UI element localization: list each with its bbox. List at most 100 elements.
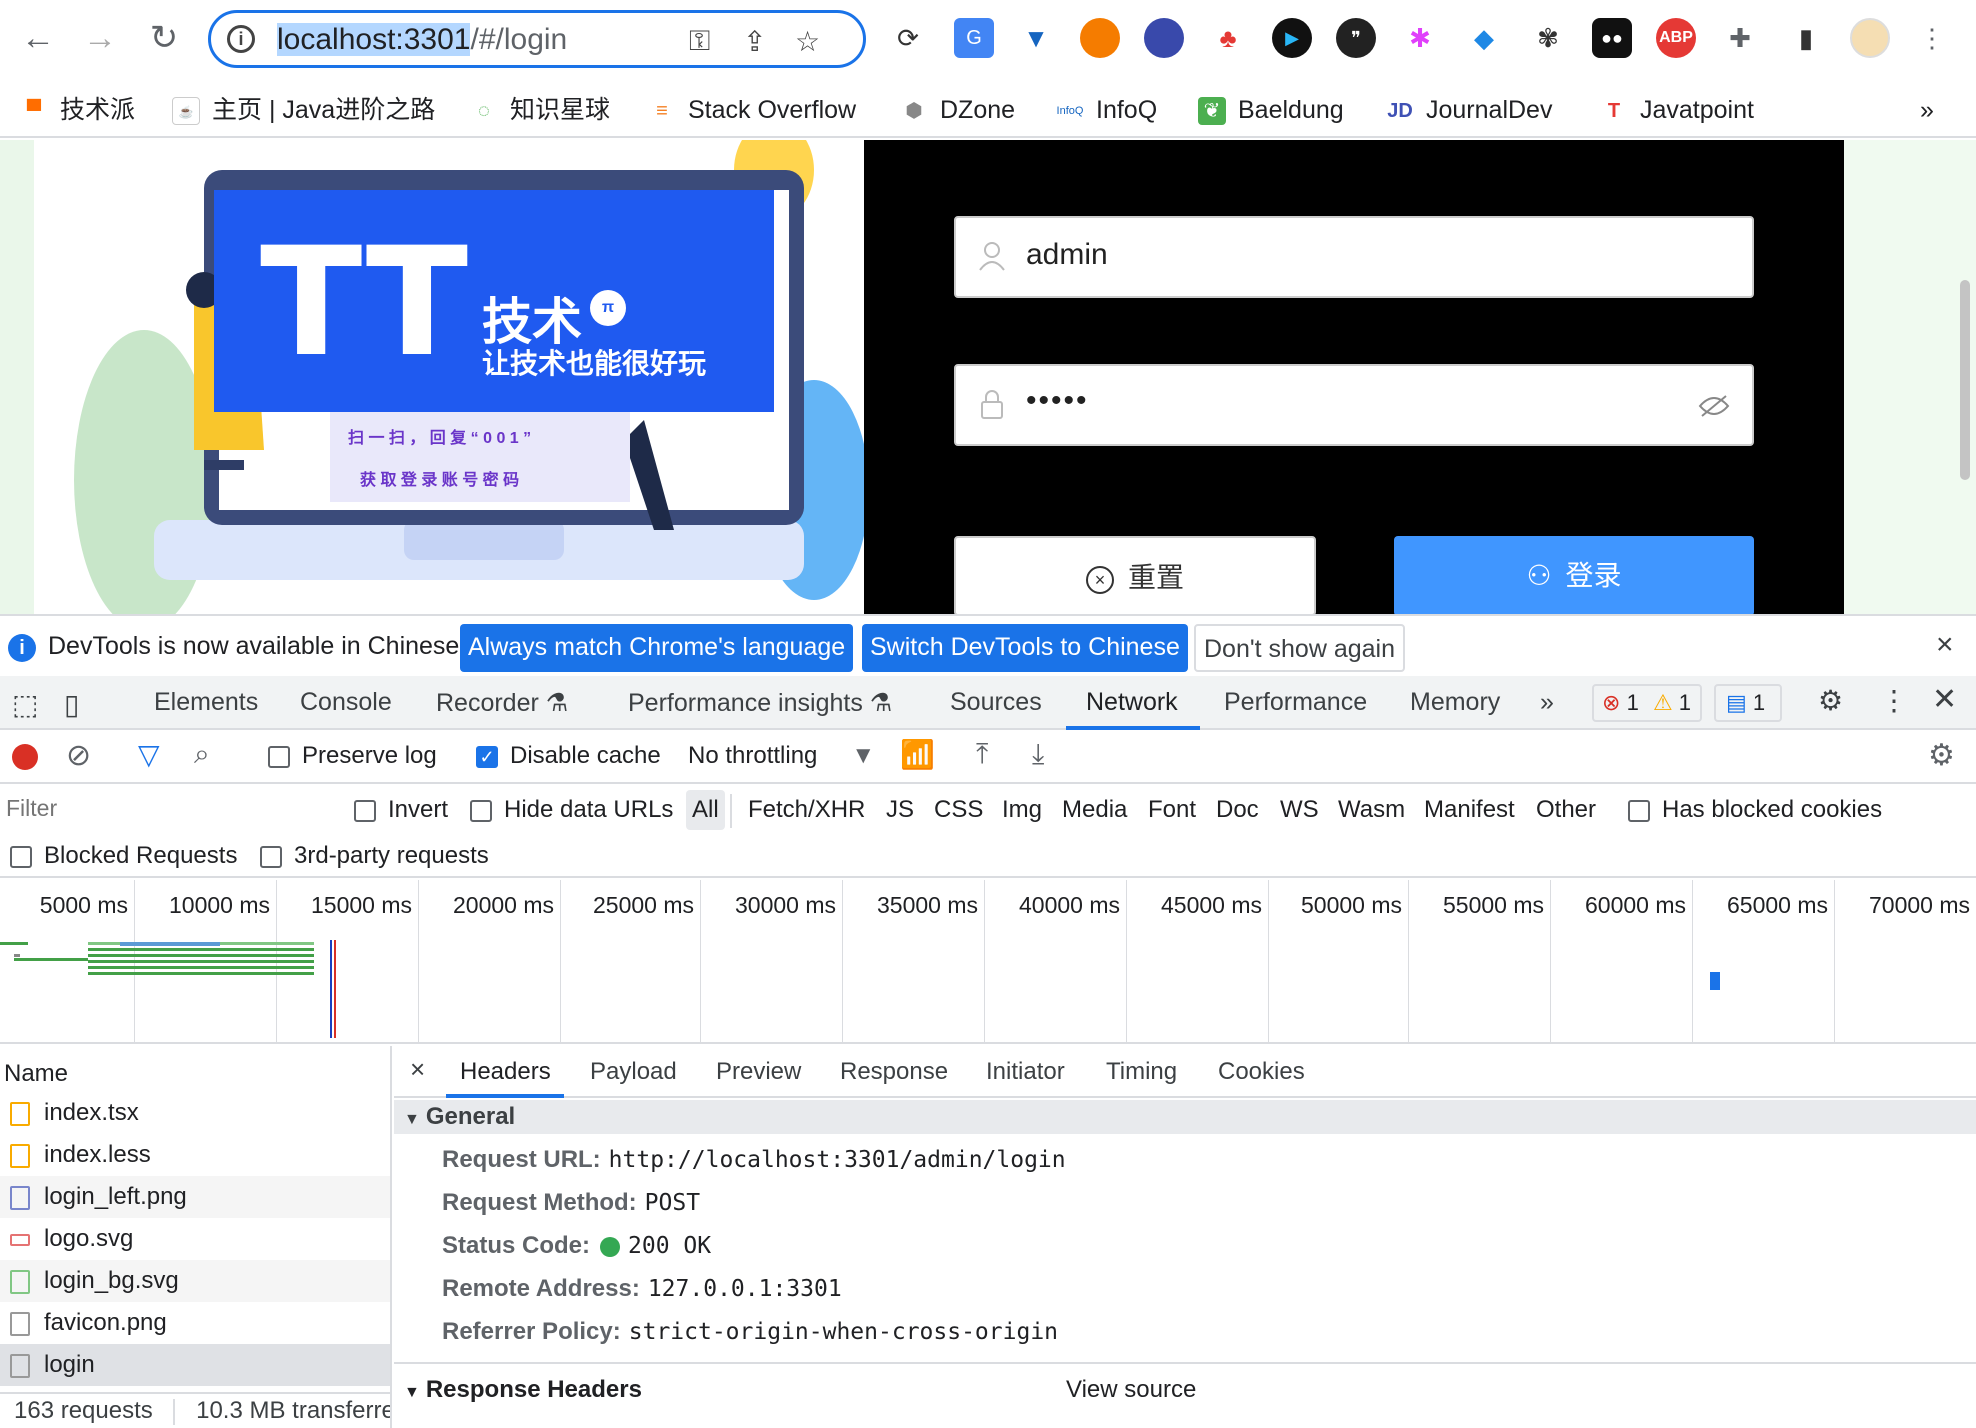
third-party-requests-checkbox[interactable]: 3rd-party requests [260,842,489,870]
avatar-extension-icon[interactable] [1080,18,1120,58]
page-scrollbar[interactable] [1960,280,1970,480]
password-key-icon[interactable]: ⚿ [689,25,710,58]
record-icon[interactable] [12,744,38,770]
side-panel-icon[interactable]: ▮ [1786,18,1826,58]
tab-sources[interactable]: Sources [950,688,1042,717]
tab-response[interactable]: Response [840,1058,948,1086]
url-text[interactable]: localhost:3301/#/login [277,23,567,57]
username-field[interactable]: admin [954,216,1754,298]
filter-type-img[interactable]: Img [1002,796,1042,824]
close-devtools-icon[interactable]: ✕ [1932,682,1957,717]
filter-type-all[interactable]: All [686,790,725,830]
request-row[interactable]: login_bg.svg [0,1260,390,1302]
request-row[interactable]: index.tsx [0,1092,390,1134]
filter-type-ws[interactable]: WS [1280,796,1319,824]
settings-gear-icon[interactable]: ⚙ [1818,684,1843,717]
extension-sync-icon[interactable]: ⟳ [888,18,928,58]
eye-invisible-icon[interactable] [1698,392,1730,420]
extensions-puzzle-icon[interactable]: ✚ [1720,18,1760,58]
bookmark-item[interactable]: ≡ Stack Overflow [648,88,856,132]
request-row[interactable]: favicon.png [0,1302,390,1344]
throttling-select[interactable]: No throttling ▼ [688,742,875,770]
bookmark-item[interactable]: ◌ 知识星球 [470,88,610,132]
bookmark-item[interactable]: T Javatpoint [1600,88,1754,132]
filter-type-media[interactable]: Media [1062,796,1127,824]
filter-type-other[interactable]: Other [1536,796,1596,824]
preserve-log-checkbox[interactable]: Preserve log [268,742,437,770]
filter-type-js[interactable]: JS [886,796,914,824]
request-row[interactable]: index.less [0,1134,390,1176]
switch-to-chinese-button[interactable]: Switch DevTools to Chinese [862,624,1188,672]
adblock-plus-icon[interactable]: ABP [1656,18,1696,58]
request-row-selected[interactable]: login [0,1344,390,1386]
blocked-requests-checkbox[interactable]: Blocked Requests [10,842,237,870]
tab-recorder[interactable]: Recorder ⚗ [436,688,568,718]
play-extension-icon[interactable]: ▶ [1272,18,1312,58]
request-row[interactable]: logo.svg [0,1218,390,1260]
tab-memory[interactable]: Memory [1410,688,1500,717]
inspect-element-icon[interactable]: ⬚ [12,688,38,721]
export-har-icon[interactable]: ⤓ [1032,738,1044,771]
crescent-extension-icon[interactable] [1144,18,1184,58]
bookmark-item[interactable]: JD JournalDev [1386,88,1552,132]
search-icon[interactable]: ⌕ [194,738,210,771]
star-extension-icon[interactable]: ✱ [1400,18,1440,58]
password-field[interactable]: ••••• [954,364,1754,446]
name-column-header[interactable]: Name [4,1060,68,1088]
site-info-icon[interactable]: i [227,25,255,53]
more-tabs-button[interactable]: » [1540,688,1554,717]
filter-type-css[interactable]: CSS [934,796,983,824]
cap-extension-icon[interactable]: ◆ [1464,18,1504,58]
devtools-menu-icon[interactable]: ⋮ [1880,684,1908,717]
bookmark-item[interactable]: ▀ 技术派 [20,88,135,132]
view-source-link[interactable]: View source [1066,1376,1196,1404]
notice-close-icon[interactable]: × [1936,628,1954,662]
tab-headers[interactable]: Headers [460,1058,551,1086]
forward-icon[interactable]: → [76,14,124,62]
translate-extension-icon[interactable]: G [954,18,994,58]
network-settings-icon[interactable]: ⚙ [1928,738,1955,773]
bookmark-item[interactable]: ❦ Baeldung [1198,88,1344,132]
vue-devtools-icon[interactable]: ▼ [1016,18,1056,58]
tab-performance[interactable]: Performance [1224,688,1367,717]
filter-type-fetch-xhr[interactable]: Fetch/XHR [748,796,865,824]
reload-icon[interactable]: ↻ [140,14,188,62]
back-icon[interactable]: ← [14,14,62,62]
quote-extension-icon[interactable]: ❞ [1336,18,1376,58]
tab-console[interactable]: Console [300,688,392,717]
always-match-language-button[interactable]: Always match Chrome's language [460,624,854,672]
issues-counter[interactable]: ⊗ 1 ⚠ 1 [1592,684,1702,722]
bookmark-item[interactable]: ☕ 主页 | Java进阶之路 [172,88,435,132]
filter-type-manifest[interactable]: Manifest [1424,796,1515,824]
tree-extension-icon[interactable]: ♣ [1208,18,1248,58]
disable-cache-checkbox[interactable]: ✓ Disable cache [476,742,661,770]
tab-preview[interactable]: Preview [716,1058,801,1086]
reset-button[interactable]: × 重置 [954,536,1316,614]
general-section-header[interactable]: ▼ General [394,1100,1976,1134]
password-value[interactable]: ••••• [1026,384,1089,418]
request-row[interactable]: login_left.png [0,1176,390,1218]
messages-counter[interactable]: ▤ 1 [1714,684,1782,722]
tab-elements[interactable]: Elements [154,688,258,717]
bookmarks-overflow-button[interactable]: » [1920,88,1934,132]
tab-network[interactable]: Network [1086,688,1178,717]
bookmark-item[interactable]: InfoQ InfoQ [1056,88,1158,132]
hide-data-urls-checkbox[interactable]: Hide data URLs [470,796,673,824]
palm-extension-icon[interactable]: ✾ [1528,18,1568,58]
invert-checkbox[interactable]: Invert [354,796,448,824]
bookmark-item[interactable]: ⬢ DZone [900,88,1015,132]
close-details-icon[interactable]: × [410,1054,425,1085]
network-timeline-overview[interactable]: 5000 ms 10000 ms 15000 ms 20000 ms 25000… [0,880,1976,1044]
filter-input[interactable] [0,790,328,826]
login-button[interactable]: ⚇ 登录 [1394,536,1754,614]
network-conditions-icon[interactable]: 📶 [900,738,935,771]
share-icon[interactable]: ⇪ [743,25,766,58]
dont-show-again-button[interactable]: Don't show again [1194,624,1406,672]
username-value[interactable]: admin [1026,238,1108,272]
address-bar[interactable]: i localhost:3301/#/login ⚿ ⇪ ☆ [208,10,866,68]
browser-menu-icon[interactable]: ⋮ [1912,18,1952,58]
filter-icon[interactable]: ▽ [138,738,160,771]
tab-performance-insights[interactable]: Performance insights ⚗ [628,688,892,718]
tab-initiator[interactable]: Initiator [986,1058,1065,1086]
profile-avatar-icon[interactable] [1850,18,1890,58]
